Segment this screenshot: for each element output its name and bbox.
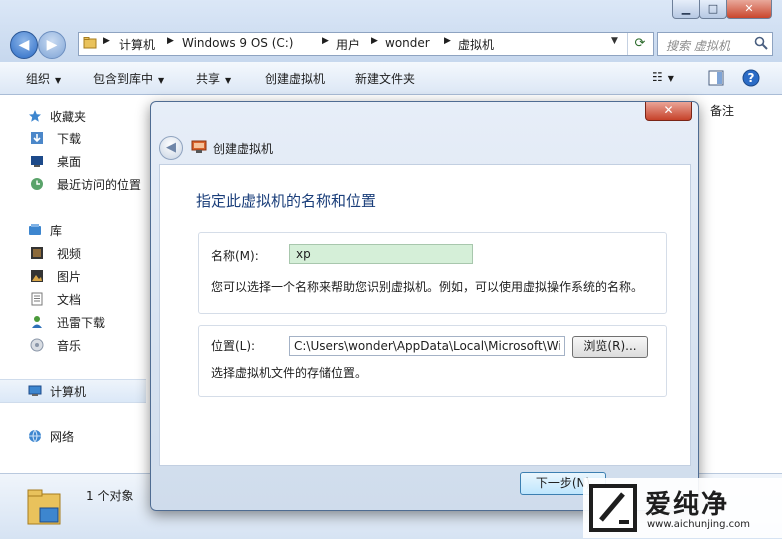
sidebar-item-thunder[interactable]: 迅雷下载 <box>0 311 146 333</box>
include-in-library-button[interactable]: 包含到库中 ▼ <box>93 70 164 87</box>
breadcrumb-drive[interactable]: Windows 9 OS (C:) <box>182 36 294 50</box>
share-button[interactable]: 共享 ▼ <box>196 70 231 87</box>
dialog-close-button[interactable]: ✕ <box>645 102 692 121</box>
new-folder-button[interactable]: 新建文件夹 <box>355 70 415 87</box>
sidebar-item-music[interactable]: 音乐 <box>0 334 146 356</box>
star-icon <box>29 110 41 122</box>
computer-icon <box>28 385 42 396</box>
download-icon <box>31 132 43 144</box>
chevron-down-icon: ▼ <box>55 76 62 85</box>
picture-icon <box>31 270 43 282</box>
back-button[interactable]: ◀ <box>10 31 38 59</box>
help-icon[interactable]: ? <box>742 69 760 87</box>
arrow-right-icon: ▶ <box>46 37 58 53</box>
preview-pane-icon[interactable] <box>708 70 724 86</box>
chevron-right-icon[interactable]: ▶ <box>167 36 174 46</box>
address-bar[interactable]: ▶ 计算机 ▶ Windows 9 OS (C:) ▶ 用户 ▶ wonder … <box>78 32 654 56</box>
folder-icon <box>83 37 97 49</box>
chevron-down-icon[interactable]: ▼ <box>611 36 618 46</box>
browse-button[interactable]: 浏览(R)... <box>572 336 648 358</box>
sidebar-item-pictures[interactable]: 图片 <box>0 265 146 287</box>
close-icon: ✕ <box>663 103 674 117</box>
chevron-down-icon: ▼ <box>667 74 674 83</box>
view-list-icon: ☷ <box>652 70 663 84</box>
chevron-right-icon[interactable]: ▶ <box>103 36 110 46</box>
watermark-logo-icon <box>589 484 637 532</box>
view-options-button[interactable]: ☷ ▼ <box>652 70 674 84</box>
maximize-icon: □ <box>707 2 719 15</box>
sidebar-item-documents[interactable]: 文档 <box>0 288 146 310</box>
close-button[interactable]: ✕ <box>726 0 772 19</box>
sidebar-item-libraries[interactable]: 库 <box>0 219 146 241</box>
watermark-url: www.aichunjing.com <box>647 519 750 530</box>
video-icon <box>31 247 43 259</box>
navigation-pane: 收藏夹 下载 桌面 最近访问的位置 库 视频 图片 文档 迅雷下载 音乐 计算机… <box>0 95 146 473</box>
folder-icon <box>27 489 61 525</box>
chevron-down-icon: ▼ <box>158 76 165 85</box>
sidebar-item-network[interactable]: 网络 <box>0 425 146 447</box>
desktop-icon <box>31 156 43 167</box>
dialog-back-button[interactable]: ◀ <box>159 136 183 160</box>
name-label: 名称(M): <box>211 249 259 263</box>
dialog-title: 创建虚拟机 <box>213 142 274 156</box>
thunder-download-icon <box>32 316 42 328</box>
close-icon: ✕ <box>744 2 754 15</box>
search-placeholder: 搜索 虚拟机 <box>666 39 730 53</box>
arrow-left-icon: ◀ <box>166 140 176 155</box>
sidebar-item-downloads[interactable]: 下载 <box>0 127 146 149</box>
location-label: 位置(L): <box>211 339 256 353</box>
virtual-machine-icon <box>191 140 207 153</box>
column-header-notes[interactable]: 备注 <box>710 102 734 119</box>
breadcrumb-wonder[interactable]: wonder <box>385 36 430 50</box>
dialog-body: 指定此虚拟机的名称和位置 名称(M): 您可以选择一个名称来帮助您识别虚拟机。例… <box>159 164 691 466</box>
document-icon <box>31 292 43 306</box>
refresh-button[interactable]: ⟳ <box>627 33 652 55</box>
vm-location-input[interactable] <box>289 336 565 356</box>
breadcrumb-vm[interactable]: 虚拟机 <box>458 36 494 53</box>
location-hint: 选择虚拟机文件的存储位置。 <box>211 366 368 380</box>
breadcrumb-computer[interactable]: 计算机 <box>119 36 155 53</box>
watermark: 爱纯净 www.aichunjing.com <box>583 478 782 538</box>
title-bar: ▁ □ ✕ <box>0 0 782 24</box>
music-icon <box>30 338 44 352</box>
svg-text:?: ? <box>748 71 755 85</box>
search-icon[interactable] <box>754 36 768 50</box>
library-icon <box>29 224 41 235</box>
refresh-icon: ⟳ <box>634 36 646 51</box>
chevron-right-icon[interactable]: ▶ <box>322 36 329 46</box>
sidebar-item-videos[interactable]: 视频 <box>0 242 146 264</box>
name-hint: 您可以选择一个名称来帮助您识别虚拟机。例如，可以使用虚拟操作系统的名称。 <box>211 280 644 294</box>
command-bar: 组织 ▼ 包含到库中 ▼ 共享 ▼ 创建虚拟机 新建文件夹 ☷ ▼ ? <box>0 62 782 95</box>
network-icon <box>29 429 41 443</box>
minimize-icon: ▁ <box>681 2 691 15</box>
forward-button[interactable]: ▶ <box>38 31 66 59</box>
minimize-button[interactable]: ▁ <box>672 0 700 19</box>
create-vm-dialog: ✕ ◀ 创建虚拟机 指定此虚拟机的名称和位置 名称(M): 您可以选择一个名称来… <box>150 101 699 511</box>
vm-name-input[interactable] <box>289 244 473 264</box>
chevron-right-icon[interactable]: ▶ <box>371 36 378 46</box>
maximize-button[interactable]: □ <box>699 0 727 19</box>
organize-button[interactable]: 组织 ▼ <box>26 70 61 87</box>
sidebar-item-computer[interactable]: 计算机 <box>0 379 146 403</box>
chevron-right-icon[interactable]: ▶ <box>444 36 451 46</box>
name-group: 名称(M): 您可以选择一个名称来帮助您识别虚拟机。例如，可以使用虚拟操作系统的… <box>198 232 667 314</box>
breadcrumb-users[interactable]: 用户 <box>336 36 360 53</box>
watermark-name: 爱纯净 <box>645 490 730 520</box>
dialog-heading: 指定此虚拟机的名称和位置 <box>196 192 377 210</box>
chevron-down-icon: ▼ <box>225 76 232 85</box>
sidebar-item-favorites[interactable]: 收藏夹 <box>0 105 146 127</box>
create-vm-button[interactable]: 创建虚拟机 <box>265 70 325 87</box>
sidebar-item-desktop[interactable]: 桌面 <box>0 150 146 172</box>
recent-places-icon <box>31 178 43 190</box>
sidebar-item-recent[interactable]: 最近访问的位置 <box>0 173 146 195</box>
location-group: 位置(L): 浏览(R)... 选择虚拟机文件的存储位置。 <box>198 325 667 397</box>
arrow-left-icon: ◀ <box>18 37 30 53</box>
item-count: 1 个对象 <box>86 489 134 503</box>
search-input[interactable]: 搜索 虚拟机 <box>657 32 773 56</box>
